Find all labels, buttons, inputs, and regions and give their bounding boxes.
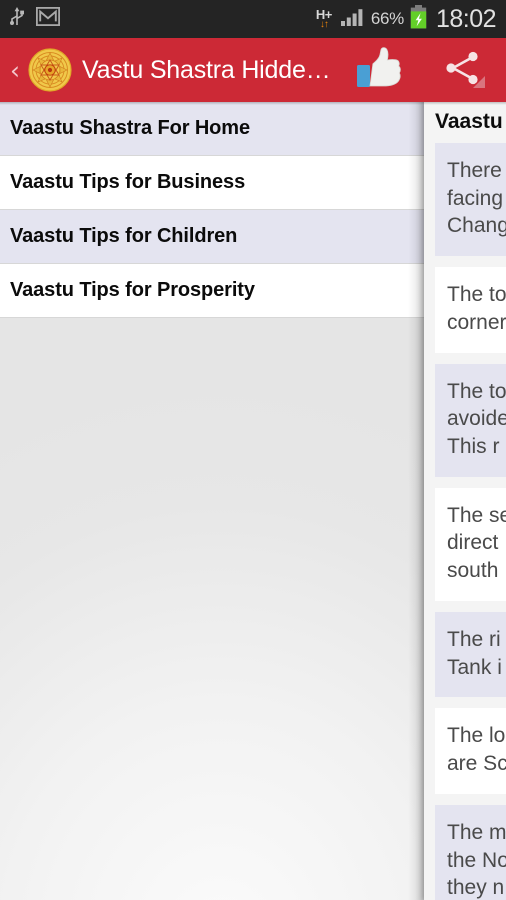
app-bar-actions [356, 45, 492, 96]
app-bar: ‹ Vastu Shastra Hidde… [0, 38, 506, 102]
list-item[interactable]: Vaastu Tips for Children [0, 210, 424, 264]
share-button[interactable] [440, 47, 486, 93]
tip-card[interactable]: The to avoide This r [435, 363, 506, 477]
signal-bars-icon [340, 7, 365, 32]
phone-screen: H+ ↓↑ 66% 18:02 ‹ Vastu Shastra Hidde… V… [0, 0, 506, 900]
tip-card[interactable]: The lo are Sc [435, 708, 506, 794]
status-bar-right-icons: H+ ↓↑ 66% 18:02 [316, 4, 497, 34]
tip-card[interactable]: The to corner [435, 267, 506, 353]
list-item-label: Vaastu Tips for Business [10, 171, 246, 193]
list-item-label: Vaastu Tips for Children [10, 225, 238, 247]
detail-pane-title: Vaastu [435, 110, 503, 133]
thumbs-up-icon [356, 45, 406, 96]
tip-card[interactable]: The m the No they n [435, 804, 506, 900]
network-activity-arrows: ↓↑ [319, 19, 329, 30]
list-item[interactable]: Vaastu Tips for Business [0, 156, 424, 210]
battery-charging-icon [410, 4, 427, 34]
gmail-icon [35, 6, 61, 31]
back-icon[interactable]: ‹ [4, 58, 26, 83]
battery-percent-label: 66% [370, 9, 404, 28]
usb-icon [8, 6, 26, 33]
list-item[interactable]: Vaastu Tips for Prosperity [0, 264, 424, 318]
status-bar: H+ ↓↑ 66% 18:02 [0, 0, 506, 38]
content-area: Vaastu Shastra For Home Vaastu Tips for … [0, 102, 506, 900]
app-title: Vastu Shastra Hidde… [82, 55, 331, 84]
tip-card[interactable]: The ri Tank i [435, 611, 506, 698]
tip-card[interactable]: The se direct south [435, 487, 506, 601]
detail-pane[interactable]: Vaastu There facing Chang The to corner … [424, 102, 506, 900]
clock-label: 18:02 [435, 4, 497, 33]
tip-card[interactable]: There facing Chang [435, 143, 506, 257]
share-icon [440, 45, 486, 96]
master-pane: Vaastu Shastra For Home Vaastu Tips for … [0, 102, 424, 900]
status-bar-left-icons [8, 6, 61, 33]
mandala-icon [28, 48, 72, 92]
list-item[interactable]: Vaastu Shastra For Home [0, 102, 424, 156]
list-item-label: Vaastu Shastra For Home [10, 117, 251, 139]
category-list[interactable]: Vaastu Shastra For Home Vaastu Tips for … [0, 102, 424, 318]
like-button[interactable] [356, 45, 406, 96]
list-item-label: Vaastu Tips for Prosperity [10, 279, 255, 301]
network-type-icon: H+ ↓↑ [316, 8, 332, 30]
